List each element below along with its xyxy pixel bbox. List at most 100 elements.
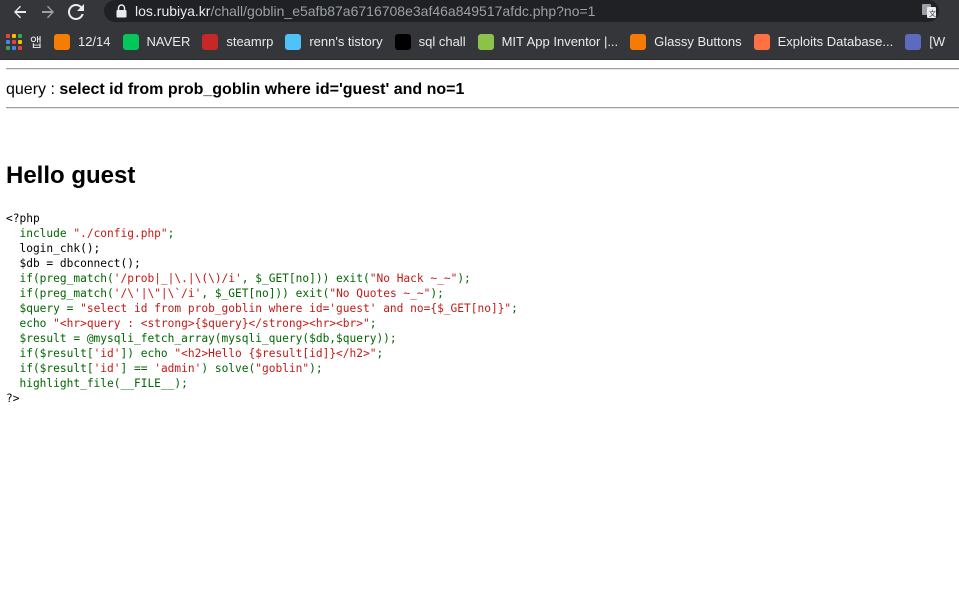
code-token: ); (457, 272, 471, 285)
code-token: "No Quotes ~_~" (329, 287, 431, 300)
code-token: <?php (6, 212, 40, 225)
code-token: '/prob|_|\.|\(\)/i' (113, 272, 242, 285)
code-token: if(preg_match( (6, 287, 114, 300)
code-token: login_chk(); (6, 242, 101, 255)
code-line: highlight_file(__FILE__); (6, 376, 518, 391)
bookmark-steamrp[interactable]: steamrp (196, 28, 279, 56)
code-token: $query = (6, 302, 81, 315)
bookmark-exploit-db[interactable]: Exploits Database... (748, 28, 900, 56)
code-token: if($result[ (6, 362, 94, 375)
bookmark-wiki[interactable]: [W (899, 28, 951, 56)
code-token: ); (430, 287, 444, 300)
bookmark-label: 12/14 (77, 34, 111, 49)
code-token: "select id from prob_goblin where id='gu… (80, 302, 512, 315)
code-line: if($result['id'] == 'admin') solve("gobl… (6, 361, 518, 376)
code-token: ]) echo (120, 347, 175, 360)
blogger-icon (53, 33, 70, 50)
url-host: los.rubiya.kr (135, 3, 211, 19)
divider (6, 107, 959, 109)
code-token: if(preg_match( (6, 272, 114, 285)
code-line: include "./config.php"; (6, 226, 518, 241)
bookmark-blogger[interactable]: 12/14 (48, 28, 117, 56)
code-token: "<h2>Hello {$result[id]}</h2>" (174, 347, 377, 360)
code-token: , $_GET[no])) exit( (241, 272, 370, 285)
code-token: "<hr>query : <strong>{$query}</strong><h… (53, 317, 370, 330)
address-bar[interactable]: los.rubiya.kr/chall/goblin_e5afb87a67167… (104, 0, 939, 22)
code-line: ?> (6, 391, 518, 406)
arrow-right-icon[interactable] (34, 0, 62, 24)
code-line: $query = "select id from prob_goblin whe… (6, 301, 518, 316)
steamrp-icon (202, 33, 219, 50)
bookmark-label: NAVER (146, 34, 191, 49)
wiki-icon (905, 33, 922, 50)
code-token: 'admin' (154, 362, 202, 375)
bookmark-glassy-buttons[interactable]: Glassy Buttons (624, 28, 747, 56)
code-token: include (6, 227, 74, 240)
reload-icon[interactable] (62, 0, 90, 24)
code-token: 'id' (93, 347, 121, 360)
svg-text:文: 文 (929, 9, 936, 18)
naver-icon (122, 33, 139, 50)
code-token: '/\'|\"|\`/i' (113, 287, 202, 300)
code-token: ; (376, 347, 384, 360)
query-text: select id from prob_goblin where id='gue… (59, 81, 465, 98)
bookmark-label: sql chall (418, 34, 466, 49)
code-token: "goblin" (255, 362, 310, 375)
code-line: if(preg_match('/\'|\"|\`/i', $_GET[no]))… (6, 286, 518, 301)
code-token: echo (6, 317, 54, 330)
bookmark-apps-grid[interactable]: 앱 (0, 28, 48, 56)
bookmark-label: [W (929, 34, 946, 49)
code-line: login_chk(); (6, 241, 518, 256)
code-token: $result = @mysqli_fetch_array(mysqli_que… (6, 332, 397, 345)
code-token: "./config.php" (73, 227, 168, 240)
url-path: /chall/goblin_e5afb87a6716708e3af46a8495… (210, 3, 596, 19)
exploit-db-icon (753, 33, 770, 50)
code-token: "No Hack ~_~" (369, 272, 458, 285)
tistory-icon (285, 33, 302, 50)
divider (6, 68, 959, 70)
code-token: ] == (120, 362, 155, 375)
code-line: $result = @mysqli_fetch_array(mysqli_que… (6, 331, 518, 346)
bookmark-label: Glassy Buttons (654, 34, 742, 49)
bookmark-tistory[interactable]: renn's tistory (279, 28, 388, 56)
bookmarks-bar: 앱 12/14 NAVER steamrp renn's tistory sql chal… (0, 24, 959, 60)
arrow-left-icon[interactable] (6, 0, 34, 24)
bookmark-label: Exploits Database... (777, 34, 894, 49)
code-token: ) solve( (201, 362, 256, 375)
code-token: highlight_file(__FILE__); (6, 377, 188, 390)
code-token: , $_GET[no])) exit( (201, 287, 330, 300)
browser-toolbar: los.rubiya.kr/chall/goblin_e5afb87a67167… (0, 0, 959, 24)
translate-icon[interactable]: 文 (921, 3, 937, 19)
query-label: query : (6, 81, 60, 98)
glassy-buttons-icon (630, 33, 647, 50)
code-line: echo "<hr>query : <strong>{$query}</stro… (6, 316, 518, 331)
bookmark-naver[interactable]: NAVER (117, 28, 197, 56)
code-token: ; (369, 317, 377, 330)
bookmark-label: steamrp (226, 34, 274, 49)
code-token: 'id' (93, 362, 121, 375)
bookmark-label: renn's tistory (309, 34, 383, 49)
query-line: query : select id from prob_goblin where… (6, 81, 464, 99)
lock-icon[interactable] (116, 4, 127, 18)
code-token: ; (167, 227, 175, 240)
code-token: if($result[ (6, 347, 94, 360)
source-code-block: <?php include "./config.php"; login_chk(… (6, 211, 518, 406)
code-line: <?php (6, 211, 518, 226)
url-text[interactable]: los.rubiya.kr/chall/goblin_e5afb87a67167… (135, 3, 595, 19)
code-token: $db = dbconnect(); (6, 257, 141, 270)
page-content: query : select id from prob_goblin where… (0, 60, 959, 593)
app-inventor-icon (477, 33, 494, 50)
code-token: ); (309, 362, 323, 375)
z-icon (394, 33, 411, 50)
code-line: if($result['id']) echo "<h2>Hello {$resu… (6, 346, 518, 361)
bookmark-label: MIT App Inventor |... (501, 34, 619, 49)
apps-grid-icon (6, 33, 22, 50)
bookmark-label: 앱 (30, 35, 42, 50)
code-token: ; (511, 302, 518, 315)
code-line: if(preg_match('/prob|_|\.|\(\)/i', $_GET… (6, 271, 518, 286)
code-token: ?> (6, 392, 20, 405)
code-line: $db = dbconnect(); (6, 256, 518, 271)
bookmark-z[interactable]: sql chall (389, 28, 472, 56)
hello-heading: Hello guest (6, 162, 136, 189)
bookmark-app-inventor[interactable]: MIT App Inventor |... (472, 28, 625, 56)
